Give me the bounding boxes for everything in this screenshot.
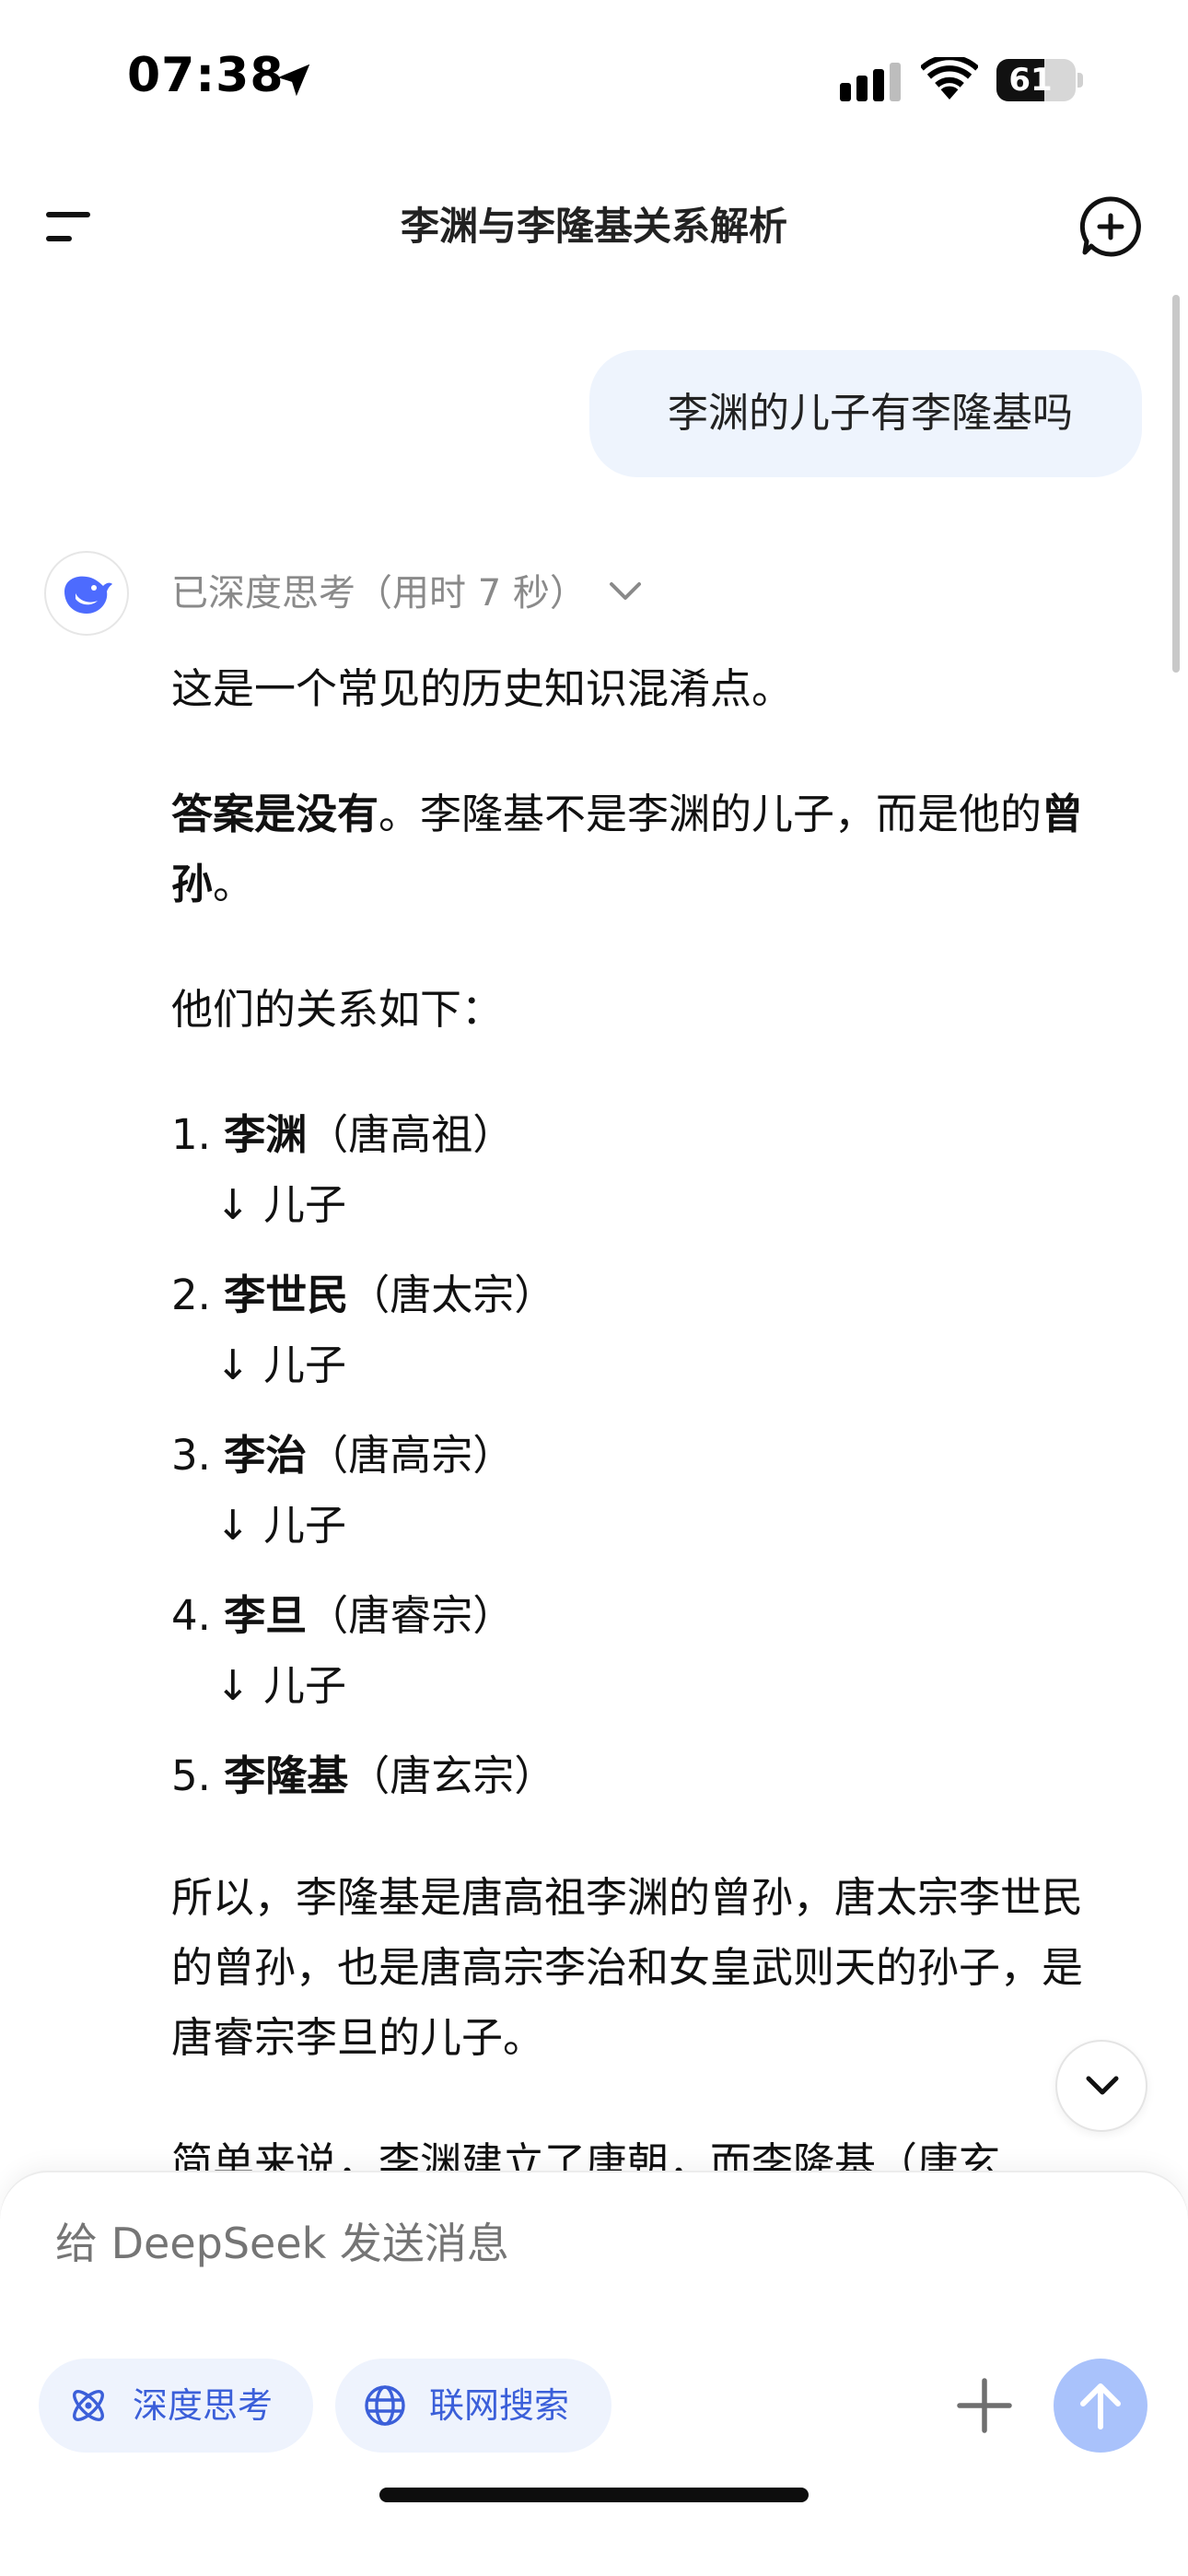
new-chat-icon[interactable] [1077, 193, 1144, 260]
home-indicator[interactable] [379, 2488, 809, 2502]
lineage-list: 1. 李渊（唐高祖） ↓ 儿子 2. 李世民（唐太宗） ↓ 儿子 3. 李治（唐… [171, 1100, 1120, 1811]
chevron-down-icon [609, 582, 641, 600]
wifi-icon [921, 57, 978, 100]
list-item: 1. 李渊（唐高祖） ↓ 儿子 [171, 1110, 515, 1229]
send-button[interactable] [1054, 2359, 1147, 2453]
scrollbar[interactable] [1172, 295, 1180, 673]
message-input[interactable] [55, 2219, 976, 2268]
status-bar: 07:38 61 [0, 0, 1188, 157]
web-search-label: 联网搜索 [429, 2385, 570, 2426]
cellular-signal-icon [840, 63, 901, 101]
answer-summary: 答案是没有。李隆基不是李渊的儿子，而是他的曾孙。 [171, 790, 1084, 908]
list-item: 3. 李治（唐高宗） ↓ 儿子 [171, 1431, 515, 1550]
page-title: 李渊与李隆基关系解析 [400, 204, 787, 249]
list-item: 2. 李世民（唐太宗） ↓ 儿子 [171, 1270, 556, 1389]
deep-think-button[interactable]: 深度思考 [39, 2359, 313, 2453]
list-item: 4. 李旦（唐睿宗） ↓ 儿子 [171, 1591, 515, 1710]
globe-icon [365, 2385, 405, 2426]
list-item: 5. 李隆基（唐玄宗） [171, 1751, 556, 1800]
assistant-answer: 这是一个常见的历史知识混淆点。 答案是没有。李隆基不是李渊的儿子，而是他的曾孙。… [171, 654, 1120, 2198]
battery-percent: 61 [1008, 62, 1053, 99]
web-search-button[interactable]: 联网搜索 [335, 2359, 611, 2453]
menu-icon[interactable] [37, 201, 101, 252]
thinking-label: 已深度思考（用时 7 秒） [171, 572, 587, 615]
relation-heading: 他们的关系如下： [171, 985, 504, 1034]
composer: 深度思考 联网搜索 [0, 2172, 1188, 2576]
status-time: 07:38 [127, 48, 285, 103]
app-header: 李渊与李隆基关系解析 [0, 175, 1188, 276]
chevron-down-icon [1086, 2076, 1119, 2095]
location-arrow-icon [277, 64, 310, 97]
assistant-avatar [44, 551, 129, 636]
battery-indicator: 61 [996, 59, 1083, 101]
thinking-toggle[interactable]: 已深度思考（用时 7 秒） [171, 564, 645, 623]
plus-icon[interactable] [956, 2377, 1013, 2434]
deep-think-label: 深度思考 [133, 2385, 274, 2426]
arrow-up-icon [1080, 2383, 1121, 2430]
answer-intro: 这是一个常见的历史知识混淆点。 [171, 664, 794, 713]
user-message-bubble: 李渊的儿子有李隆基吗 [589, 350, 1142, 477]
deepseek-whale-icon [64, 576, 112, 614]
answer-conclusion: 所以，李隆基是唐高祖李渊的曾孙，唐太宗李世民的曾孙，也是唐高宗李治和女皇武则天的… [171, 1873, 1084, 2062]
atom-icon [73, 2390, 104, 2421]
scroll-to-bottom-button[interactable] [1055, 2040, 1147, 2132]
